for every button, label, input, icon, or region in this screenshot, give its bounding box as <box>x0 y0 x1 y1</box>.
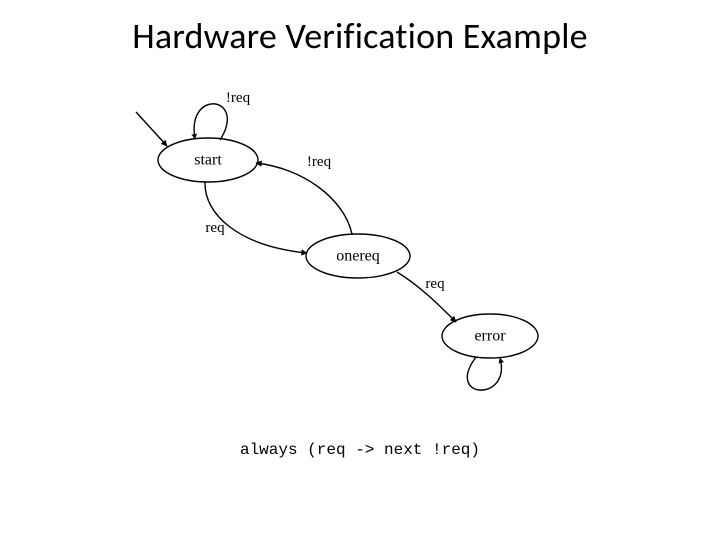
state-diagram: start onereq error !req req !req <box>0 0 720 540</box>
state-onereq: onereq <box>306 234 410 278</box>
state-start: start <box>158 138 258 182</box>
edge-start-to-onereq: req <box>205 182 307 253</box>
edge-onereq-to-start-label: !req <box>307 154 332 170</box>
edge-initial <box>136 112 167 146</box>
state-onereq-label: onereq <box>336 248 380 265</box>
edge-onereq-to-error-label: req <box>425 276 445 292</box>
edge-start-to-onereq-label: req <box>205 220 225 236</box>
edge-onereq-to-error: req <box>397 272 456 322</box>
state-start-label: start <box>194 152 222 169</box>
edge-start-self-label: !req <box>226 90 251 106</box>
edge-error-self <box>467 357 501 390</box>
state-error: error <box>442 314 538 358</box>
state-error-label: error <box>474 328 506 345</box>
edge-onereq-to-start: !req <box>256 154 352 234</box>
property-formula: always (req -> next !req) <box>240 441 480 459</box>
edge-start-self: !req <box>194 90 250 140</box>
slide: Hardware Verification Example start oner… <box>0 0 720 540</box>
